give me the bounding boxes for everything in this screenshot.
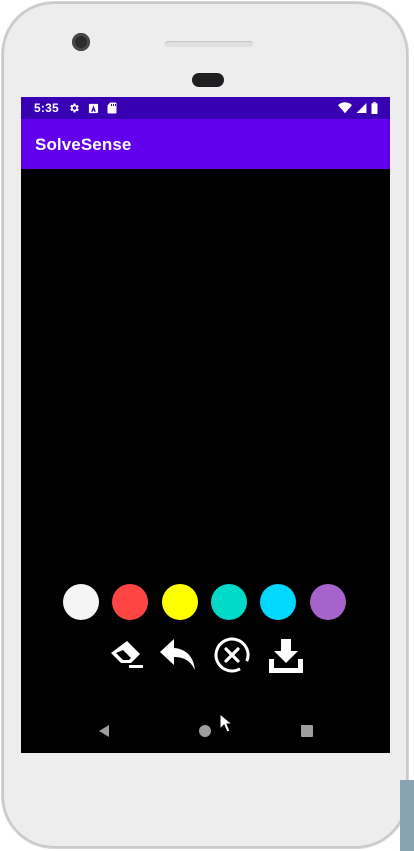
color-swatch-red[interactable] — [112, 584, 148, 620]
drawing-toolbar — [107, 636, 307, 676]
app-bar: SolveSense — [21, 119, 390, 169]
navigation-bar — [21, 709, 390, 753]
device-screen: 5:35 SolveSense — [21, 97, 390, 753]
app-title: SolveSense — [35, 135, 132, 154]
home-icon — [199, 725, 211, 737]
mouse-pointer-icon — [219, 713, 233, 733]
color-swatch-purple[interactable] — [310, 584, 346, 620]
save-icon — [269, 639, 303, 673]
earpiece — [192, 73, 224, 87]
undo-button[interactable] — [159, 636, 197, 674]
back-button[interactable] — [92, 719, 116, 743]
clear-icon — [214, 637, 250, 673]
status-time: 5:35 — [34, 101, 59, 115]
wifi-icon — [338, 102, 352, 114]
clear-button[interactable] — [213, 636, 251, 674]
status-icons-right — [338, 101, 378, 115]
settings-icon — [70, 103, 79, 113]
keyboard-a-icon — [88, 103, 99, 113]
sd-card-icon — [107, 102, 117, 114]
speaker-grille — [165, 41, 253, 47]
save-button[interactable] — [267, 636, 305, 674]
undo-icon — [160, 639, 195, 670]
recents-icon — [301, 725, 313, 737]
color-swatch-teal[interactable] — [211, 584, 247, 620]
color-palette — [63, 584, 347, 622]
back-icon — [99, 725, 109, 737]
front-camera — [72, 33, 90, 51]
cell-signal-icon — [356, 103, 367, 113]
color-swatch-yellow[interactable] — [162, 584, 198, 620]
recents-button[interactable] — [295, 719, 319, 743]
eraser-button[interactable] — [107, 636, 145, 674]
eraser-icon — [111, 641, 143, 668]
status-icons-left — [68, 101, 117, 115]
status-bar: 5:35 — [21, 97, 390, 119]
color-swatch-white[interactable] — [63, 584, 99, 620]
background-strip — [400, 780, 414, 851]
color-swatch-cyan[interactable] — [260, 584, 296, 620]
battery-icon — [371, 102, 378, 114]
home-button[interactable] — [193, 719, 217, 743]
